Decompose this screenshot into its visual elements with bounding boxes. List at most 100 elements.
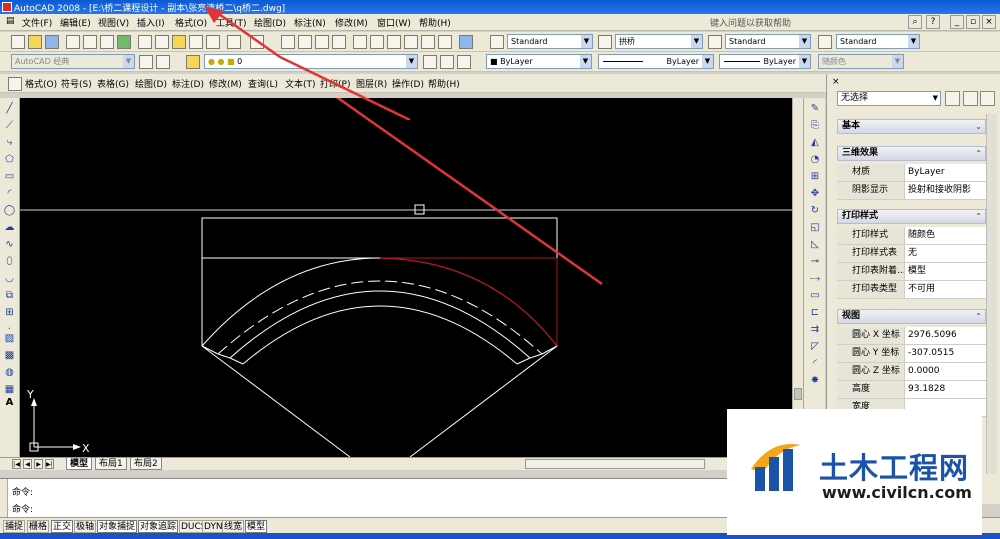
prop-row-center-z[interactable]: 圆心 Z 坐标 0.0000 bbox=[837, 363, 986, 381]
rotate-icon[interactable]: ↻ bbox=[808, 204, 822, 217]
inner-arc-1 bbox=[229, 290, 531, 359]
stretch-icon[interactable]: ◺ bbox=[808, 238, 822, 251]
table-icon[interactable]: ▦ bbox=[3, 383, 16, 396]
chamfer-icon[interactable]: ◸ bbox=[808, 340, 822, 353]
section-basic[interactable]: 基本 ⌄ bbox=[837, 119, 986, 134]
command-window-grip[interactable] bbox=[0, 479, 8, 518]
scroll-thumb[interactable] bbox=[794, 388, 802, 400]
offset-icon[interactable]: ◔ bbox=[808, 153, 822, 166]
break-at-point-icon[interactable]: ▭ bbox=[808, 289, 822, 302]
insert-block-icon[interactable]: ⧉ bbox=[3, 289, 16, 302]
gradient-icon[interactable]: ▩ bbox=[3, 349, 16, 362]
revision-cloud-icon[interactable]: ☁ bbox=[3, 221, 16, 234]
toggle-grid[interactable]: 栅格 bbox=[27, 520, 50, 533]
right-radial-line bbox=[409, 345, 558, 458]
last-tab-arrow-icon[interactable]: ▶| bbox=[45, 459, 54, 469]
drawing-svg: Y X bbox=[20, 10, 792, 458]
prop-row-plot-type[interactable]: 打印表类型 不可用 bbox=[837, 281, 986, 299]
right-end-tick-3 bbox=[516, 357, 531, 365]
explode-icon[interactable]: ✸ bbox=[808, 374, 822, 387]
toggle-lineweight[interactable]: 线宽 bbox=[222, 520, 245, 533]
rectangle-icon[interactable]: ▭ bbox=[3, 170, 16, 183]
civilcn-watermark: 土木工程网 www.civilcn.com bbox=[727, 409, 982, 535]
prop-row-center-x[interactable]: 圆心 X 坐标 2976.5096 bbox=[837, 327, 986, 345]
region-icon[interactable]: ◍ bbox=[3, 366, 16, 379]
polygon-icon[interactable]: ⬠ bbox=[3, 153, 16, 166]
toggle-polar[interactable]: 极轴 bbox=[74, 520, 97, 533]
prop-row-shadow[interactable]: 阴影显示 投射和接收阴影 bbox=[837, 182, 986, 200]
mirror-icon[interactable]: ◭ bbox=[808, 136, 822, 149]
draw-toolbar: ╱ ⟋ ⤷ ⬠ ▭ ◜ ◯ ☁ ∿ ⬯ ◡ ⧉ ⊞ · ▨ ▩ ◍ ▦ A bbox=[0, 98, 20, 470]
polyline-icon[interactable]: ⤷ bbox=[3, 136, 16, 149]
prop-row-plot-table[interactable]: 打印样式表无 bbox=[837, 245, 986, 263]
prop-row-height[interactable]: 高度 93.1828 bbox=[837, 381, 986, 399]
autocad-window: AutoCAD 2008 - [E:\桥二课程设计 - 副本\张亮清桥二\q桥二… bbox=[0, 0, 1000, 539]
section-rectangle bbox=[201, 217, 558, 259]
horizontal-scrollbar[interactable] bbox=[525, 459, 705, 469]
section-plot-style[interactable]: 打印样式 ⌃ bbox=[837, 209, 986, 224]
selection-select[interactable]: 无选择 ▼ bbox=[837, 91, 941, 106]
multiline-text-icon[interactable]: A bbox=[3, 396, 16, 409]
join-icon[interactable]: ⇉ bbox=[808, 323, 822, 336]
civilcn-logo-icon bbox=[751, 444, 801, 491]
drawing-canvas[interactable]: Y X bbox=[20, 10, 792, 458]
toggle-snap[interactable]: 捕捉 bbox=[3, 520, 26, 533]
command-history-line: 命令: bbox=[12, 488, 34, 498]
tab-layout2[interactable]: 布局2 bbox=[130, 458, 162, 470]
prev-tab-arrow-icon[interactable]: ◀ bbox=[23, 459, 32, 469]
toggle-pickadd-icon[interactable] bbox=[945, 91, 960, 106]
toggle-ortho[interactable]: 正交 bbox=[51, 520, 74, 533]
make-block-icon[interactable]: ⊞ bbox=[3, 306, 16, 319]
left-end-tick-2 bbox=[217, 353, 231, 359]
properties-scrollbar[interactable] bbox=[986, 114, 997, 474]
command-window[interactable]: 命令: 命令: bbox=[0, 478, 730, 518]
prop-row-plot-style[interactable]: 打印样式 随颜色 bbox=[837, 227, 986, 245]
section-3d-effects[interactable]: 三维效果 ⌃ bbox=[837, 146, 986, 161]
watermark-url: www.civilcn.com bbox=[822, 483, 972, 502]
layout-tabs-bar: |◀ ◀ ▶ ▶| 模型 布局1 布局2 bbox=[0, 457, 730, 470]
ucs-y-label: Y bbox=[26, 388, 34, 401]
section-view[interactable]: 视图 ⌃ bbox=[837, 309, 986, 324]
annotation-arrow-mid bbox=[279, 55, 411, 120]
construction-line-icon[interactable]: ⟋ bbox=[3, 119, 16, 132]
toggle-model-space[interactable]: 模型 bbox=[245, 520, 268, 533]
palette-close-icon[interactable]: × bbox=[832, 77, 840, 87]
ellipse-icon[interactable]: ⬯ bbox=[3, 255, 16, 268]
tab-layout1[interactable]: 布局1 bbox=[95, 458, 127, 470]
prop-row-plot-attached[interactable]: 打印表附着... 模型 bbox=[837, 263, 986, 281]
copy-object-icon[interactable]: ⎘ bbox=[808, 119, 822, 132]
quick-select-icon[interactable] bbox=[980, 91, 995, 106]
inner-arc-2 bbox=[242, 305, 518, 365]
toggle-osnap[interactable]: 对象捕捉 bbox=[97, 520, 138, 533]
prop-row-center-y[interactable]: 圆心 Y 坐标 -307.0515 bbox=[837, 345, 986, 363]
ucs-x-arrowhead bbox=[73, 444, 81, 450]
right-end-tick-2 bbox=[529, 353, 543, 359]
fillet-icon[interactable]: ◜ bbox=[808, 357, 822, 370]
first-tab-arrow-icon[interactable]: |◀ bbox=[12, 459, 21, 469]
next-tab-arrow-icon[interactable]: ▶ bbox=[34, 459, 43, 469]
drawing-vertical-scrollbar[interactable] bbox=[792, 98, 803, 457]
erase-icon[interactable]: ✎ bbox=[808, 102, 822, 115]
centerline-arc bbox=[217, 280, 543, 355]
annotation-arrow-line bbox=[215, 10, 603, 286]
move-icon[interactable]: ✥ bbox=[808, 187, 822, 200]
select-objects-icon[interactable] bbox=[963, 91, 978, 106]
circle-icon[interactable]: ◯ bbox=[3, 204, 16, 217]
toggle-otrack[interactable]: 对象追踪 bbox=[138, 520, 179, 533]
command-prompt[interactable]: 命令: bbox=[12, 502, 33, 515]
ellipse-arc-icon[interactable]: ◡ bbox=[3, 272, 16, 285]
ucs-x-label: X bbox=[82, 442, 90, 455]
scale-icon[interactable]: ◱ bbox=[808, 221, 822, 234]
arc-icon[interactable]: ◜ bbox=[3, 187, 16, 200]
prop-row-material[interactable]: 材质 ByLayer bbox=[837, 164, 986, 182]
trim-icon[interactable]: ⊸ bbox=[808, 255, 822, 268]
annotation-arrowhead bbox=[204, 6, 224, 23]
break-icon[interactable]: ⊏ bbox=[808, 306, 822, 319]
tab-model[interactable]: 模型 bbox=[66, 458, 93, 470]
spline-icon[interactable]: ∿ bbox=[3, 238, 16, 251]
outer-arc-right-selected bbox=[379, 257, 558, 347]
hatch-icon[interactable]: ▨ bbox=[3, 332, 16, 345]
left-radial-line bbox=[201, 345, 351, 458]
extend-icon[interactable]: ⤍ bbox=[808, 272, 822, 285]
array-icon[interactable]: ⊞ bbox=[808, 170, 822, 183]
